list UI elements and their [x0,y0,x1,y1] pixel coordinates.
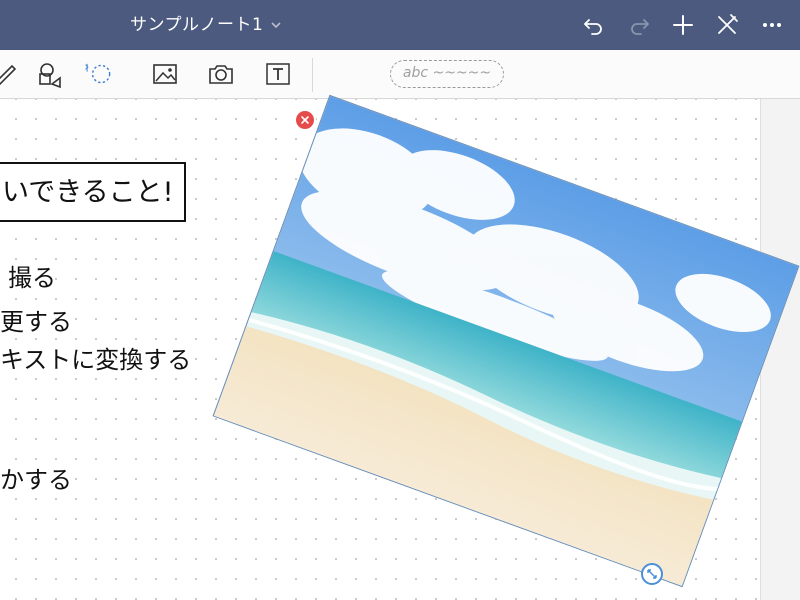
note-line-4: かする [0,466,72,494]
note-title[interactable]: サンプルノート1 [130,0,283,50]
text-box-icon[interactable] [264,60,292,88]
pen-style-preview[interactable]: abc ~~~~~ [390,60,504,88]
close-icon [301,116,309,124]
resize-rotate-handle[interactable] [641,563,663,585]
more-icon[interactable] [760,13,784,37]
close-pens-icon[interactable] [715,13,739,37]
heading-text: いできること! [2,177,174,208]
undo-icon[interactable] [582,13,606,37]
shapes-icon[interactable] [36,60,64,88]
add-icon[interactable] [671,13,695,37]
redo-icon[interactable] [627,13,651,37]
camera-icon[interactable] [207,60,235,88]
pen-icon[interactable] [0,60,20,88]
title-bar: サンプルノート1 [0,0,800,50]
chevron-down-icon [271,22,281,29]
resize-icon [647,569,657,579]
toolbar-divider [312,58,313,92]
note-line-2: 更する [0,308,72,336]
note-title-text: サンプルノート1 [130,15,264,35]
delete-image-button[interactable] [294,109,316,131]
lasso-icon[interactable] [84,60,112,88]
note-line-1: 撮る [8,264,56,292]
image-icon[interactable] [151,60,179,88]
note-line-3: キストに変換する [0,346,192,374]
